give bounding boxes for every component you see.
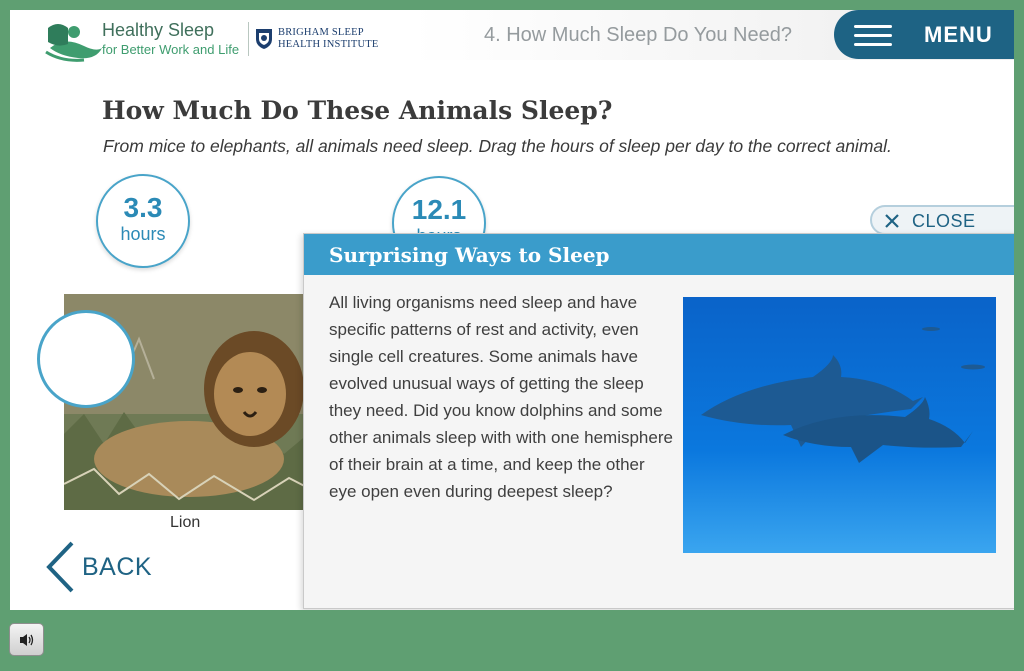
hours-value: 12.1 [411, 194, 467, 225]
drop-target-lion[interactable] [37, 310, 135, 408]
hamburger-menu-icon [854, 25, 892, 46]
page-title: How Much Do These Animals Sleep? [102, 96, 613, 125]
menu-button[interactable]: MENU [834, 10, 1014, 59]
back-button[interactable]: BACK [44, 540, 154, 594]
animal-label: Lion [170, 514, 201, 531]
chevron-left-icon [46, 541, 74, 593]
close-icon [885, 214, 899, 228]
info-popup: Surprising Ways to Sleep All living orga… [303, 233, 1014, 609]
section-title: 4. How Much Sleep Do You Need? [484, 24, 792, 46]
popup-title-bar: Surprising Ways to Sleep [304, 234, 1014, 275]
bwh-shield-icon [256, 29, 272, 49]
popup-title: Surprising Ways to Sleep [329, 243, 610, 267]
header-divider [248, 22, 249, 56]
hours-chip-3-3[interactable]: 3.3 hours [96, 174, 190, 268]
back-label: BACK [82, 553, 153, 581]
header: Healthy Sleep for Better Work and Life B… [10, 10, 1014, 62]
brand-name: Healthy Sleep [102, 20, 215, 40]
menu-label: MENU [924, 22, 993, 47]
close-label: CLOSE [912, 211, 976, 231]
institute-name-line2: HEALTH INSTITUTE [278, 39, 379, 50]
healthy-sleep-logo-icon [45, 24, 102, 62]
popup-body-text: All living organisms need sleep and have… [329, 293, 673, 501]
close-button[interactable]: CLOSE [870, 205, 1014, 235]
app-frame: Healthy Sleep for Better Work and Life B… [10, 10, 1014, 610]
dolphins-photo [683, 297, 996, 553]
speaker-icon [20, 634, 34, 646]
brand-tagline: for Better Work and Life [102, 42, 240, 57]
audio-button[interactable] [9, 623, 44, 656]
hours-value: 3.3 [123, 192, 163, 223]
hours-unit: hours [120, 224, 166, 244]
activity-instructions: From mice to elephants, all animals need… [103, 136, 892, 156]
institute-name-line1: BRIGHAM SLEEP [278, 27, 364, 38]
